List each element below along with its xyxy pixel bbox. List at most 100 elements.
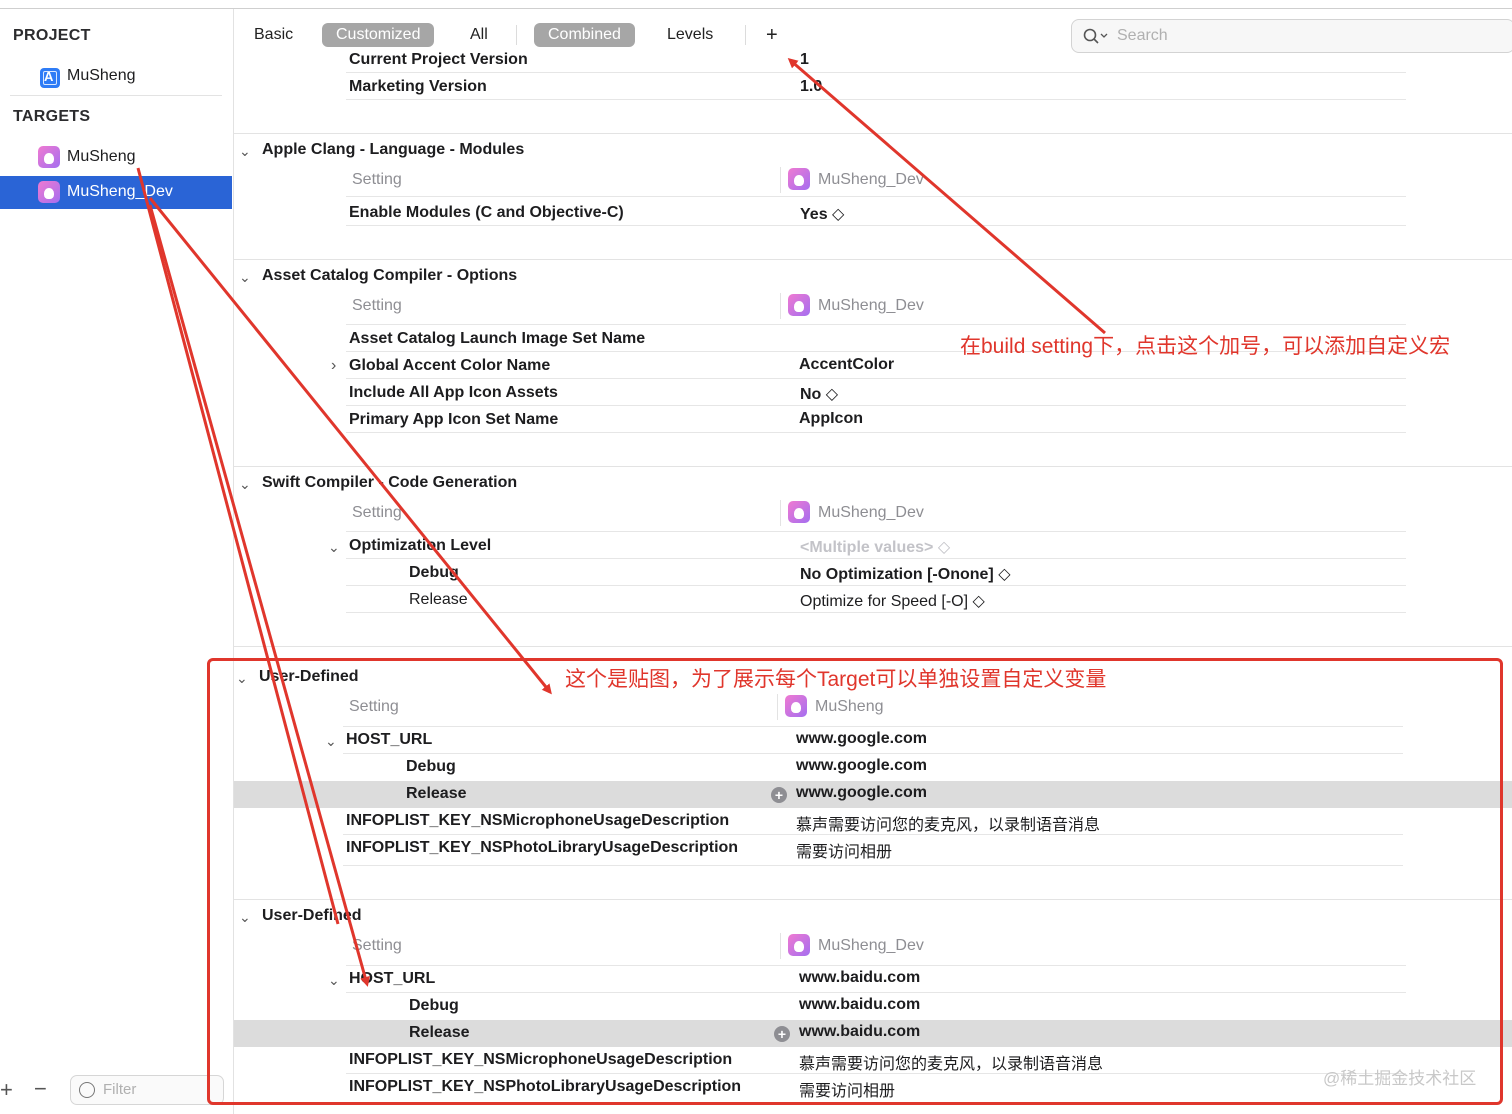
row-separator — [346, 1073, 1406, 1074]
setting-label-photo-library[interactable]: INFOPLIST_KEY_NSPhotoLibraryUsageDescrip… — [346, 839, 738, 857]
tab-levels[interactable]: Levels — [653, 23, 727, 47]
search-input[interactable]: Search — [1071, 19, 1512, 53]
setting-value-release[interactable]: Optimize for Speed [-O] ◇ — [800, 591, 985, 611]
setting-label-include-icons[interactable]: Include All App Icon Assets — [349, 384, 558, 402]
setting-label-optimization-level[interactable]: Optimization Level — [349, 537, 491, 555]
setting-label-launch-image[interactable]: Asset Catalog Launch Image Set Name — [349, 330, 645, 348]
row-separator — [346, 612, 1406, 613]
tab-basic[interactable]: Basic — [240, 23, 307, 47]
remove-target-button[interactable]: − — [34, 1076, 47, 1102]
search-icon — [1083, 28, 1108, 44]
setting-label-debug[interactable]: Debug — [409, 997, 459, 1015]
setting-label-debug[interactable]: Debug — [406, 758, 456, 776]
setting-label-release[interactable]: Release — [409, 591, 468, 609]
setting-label-photo-library[interactable]: INFOPLIST_KEY_NSPhotoLibraryUsageDescrip… — [349, 1078, 741, 1096]
setting-label-microphone[interactable]: INFOPLIST_KEY_NSMicrophoneUsageDescripti… — [346, 812, 729, 830]
sidebar-item-target-musheng-dev[interactable]: MuSheng_Dev — [0, 176, 232, 209]
watermark: @稀土掘金技术社区 — [1323, 1069, 1477, 1088]
sidebar-item-target-musheng[interactable]: MuSheng — [0, 141, 232, 174]
column-header-setting: Setting — [349, 698, 399, 715]
chevron-down-icon[interactable]: ⌄ — [239, 909, 251, 926]
section-title-user-defined[interactable]: User-Defined — [262, 907, 362, 925]
tab-all[interactable]: All — [456, 23, 502, 47]
section-title-swift-codegen[interactable]: Swift Compiler - Code Generation — [262, 474, 517, 492]
column-header-setting: Setting — [352, 504, 402, 521]
section-title-clang-modules[interactable]: Apple Clang - Language - Modules — [262, 141, 524, 159]
setting-label-host-url[interactable]: HOST_URL — [346, 731, 432, 749]
tab-customized[interactable]: Customized — [322, 23, 435, 47]
column-header-target: MuSheng — [815, 698, 884, 715]
section-separator — [234, 646, 1512, 647]
setting-value-debug[interactable]: www.baidu.com — [799, 996, 920, 1014]
chevron-down-icon[interactable]: ⌄ — [239, 143, 251, 160]
setting-value-host-url[interactable]: www.google.com — [796, 730, 927, 748]
setting-label-primary-icon[interactable]: Primary App Icon Set Name — [349, 411, 558, 429]
build-settings-content: Current Project Version 1 Marketing Vers… — [234, 51, 1512, 1114]
toolbar-separator — [745, 25, 746, 45]
target-app-icon — [788, 294, 810, 316]
row-separator — [346, 99, 1406, 100]
column-header-target: MuSheng_Dev — [818, 937, 924, 954]
setting-value-enable-modules[interactable]: Yes ◇ — [800, 204, 844, 224]
setting-label-enable-modules[interactable]: Enable Modules (C and Objective-C) — [349, 204, 624, 222]
chevron-down-icon[interactable]: ⌄ — [239, 269, 251, 286]
setting-value-release[interactable]: www.baidu.com — [799, 1023, 920, 1041]
add-target-button[interactable]: + — [0, 1077, 13, 1103]
setting-value-debug[interactable]: No Optimization [-Onone] ◇ — [800, 564, 1011, 584]
chevron-down-icon[interactable]: ⌄ — [328, 972, 340, 989]
setting-label-current-project-version[interactable]: Current Project Version — [349, 51, 528, 69]
add-condition-icon[interactable]: + — [774, 1026, 790, 1042]
setting-value-host-url[interactable]: www.baidu.com — [799, 969, 920, 987]
setting-label-debug[interactable]: Debug — [409, 564, 459, 582]
setting-value-marketing-version[interactable]: 1.0 — [800, 78, 822, 96]
setting-value-photo-library[interactable]: 需要访问相册 — [799, 1077, 895, 1101]
setting-value-release[interactable]: www.google.com — [796, 784, 927, 802]
chevron-down-icon[interactable]: ⌄ — [328, 539, 340, 556]
tab-combined[interactable]: Combined — [534, 23, 635, 47]
chevron-down-icon[interactable]: ⌄ — [239, 476, 251, 493]
setting-value-microphone[interactable]: 慕声需要访问您的麦克风，以录制语音消息 — [796, 811, 1100, 835]
setting-value-primary-icon[interactable]: AppIcon — [799, 410, 863, 428]
setting-value-photo-library[interactable]: 需要访问相册 — [796, 838, 892, 862]
section-title-asset-catalog[interactable]: Asset Catalog Compiler - Options — [262, 267, 517, 285]
sidebar-bottom-bar: + − Filter — [0, 1069, 232, 1113]
sidebar-divider — [10, 95, 222, 96]
setting-label-marketing-version[interactable]: Marketing Version — [349, 78, 487, 96]
app-icon — [38, 181, 60, 203]
row-separator — [346, 558, 1406, 559]
setting-label-host-url[interactable]: HOST_URL — [349, 970, 435, 988]
project-header: PROJECT — [13, 27, 91, 44]
row-separator — [343, 865, 1403, 866]
chevron-down-icon[interactable]: ⌄ — [325, 733, 337, 750]
chevron-down-icon[interactable]: ⌄ — [236, 670, 248, 687]
setting-value-microphone[interactable]: 慕声需要访问您的麦克风，以录制语音消息 — [799, 1050, 1103, 1074]
setting-value-current-project-version[interactable]: 1 — [800, 51, 809, 69]
row-separator — [343, 726, 1403, 727]
column-separator — [780, 293, 781, 319]
xcode-project-icon: A — [40, 68, 60, 88]
row-separator — [346, 432, 1406, 433]
setting-value-accent-color[interactable]: AccentColor — [799, 356, 894, 374]
section-separator — [234, 259, 1512, 260]
setting-value-debug[interactable]: www.google.com — [796, 757, 927, 775]
filter-input[interactable]: Filter — [70, 1075, 224, 1105]
app-icon — [38, 146, 60, 168]
column-header-setting: Setting — [352, 297, 402, 314]
targets-header: TARGETS — [13, 108, 91, 125]
setting-value-optimization-level[interactable]: <Multiple values> ◇ — [800, 537, 950, 557]
add-condition-icon[interactable]: + — [771, 787, 787, 803]
setting-value-include-icons[interactable]: No ◇ — [800, 384, 838, 404]
target-app-icon — [788, 501, 810, 523]
chevron-right-icon[interactable]: › — [331, 357, 336, 375]
section-title-user-defined[interactable]: User-Defined — [259, 668, 359, 686]
sidebar-item-project[interactable]: A MuSheng — [0, 60, 232, 93]
add-build-setting-button[interactable]: + — [752, 23, 792, 47]
column-header-target: MuSheng_Dev — [818, 504, 924, 521]
setting-label-microphone[interactable]: INFOPLIST_KEY_NSMicrophoneUsageDescripti… — [349, 1051, 732, 1069]
setting-label-release[interactable]: Release — [409, 1024, 470, 1042]
row-separator — [346, 225, 1406, 226]
section-separator — [234, 899, 1512, 900]
row-separator — [343, 834, 1403, 835]
setting-label-accent-color[interactable]: Global Accent Color Name — [349, 357, 550, 375]
setting-label-release[interactable]: Release — [406, 785, 467, 803]
